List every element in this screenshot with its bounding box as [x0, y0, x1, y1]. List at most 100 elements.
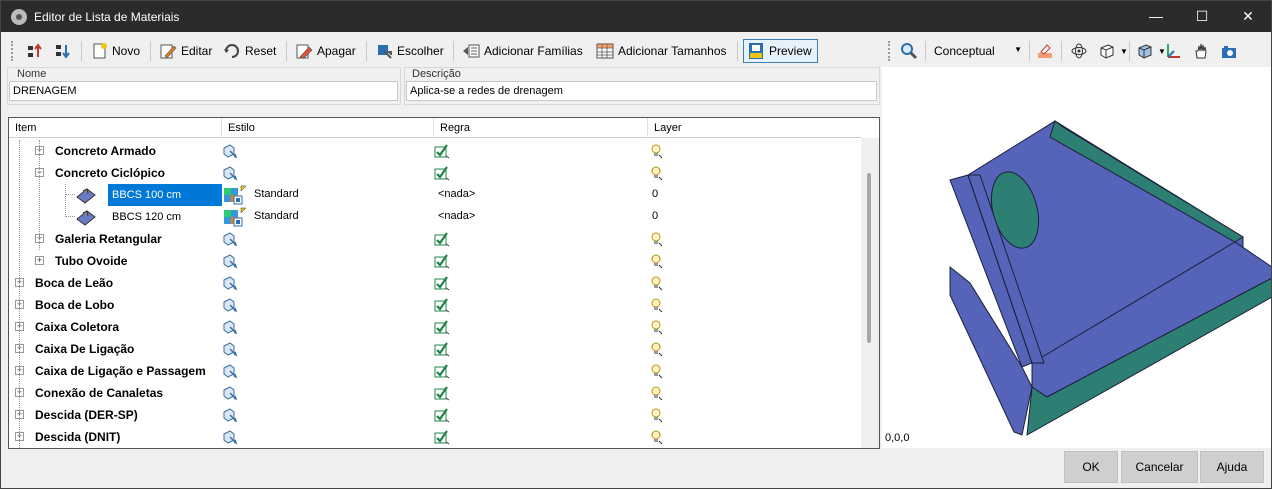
tree-item-label[interactable]: Boca de Lobo: [35, 298, 114, 312]
style-cell[interactable]: [222, 385, 238, 404]
tree-leaf-label[interactable]: BBCS 100 cm: [108, 184, 222, 206]
layer-cell[interactable]: [650, 275, 664, 294]
editar-button[interactable]: Editar: [156, 39, 215, 63]
layer-cell[interactable]: [650, 429, 664, 448]
tree-item-label[interactable]: Descida (DER-SP): [35, 408, 138, 422]
layer-cell[interactable]: [650, 319, 664, 338]
rule-cell[interactable]: [434, 429, 450, 448]
cancelar-button[interactable]: Cancelar: [1121, 451, 1198, 483]
style-cell[interactable]: [222, 319, 238, 338]
adicionar-familias-button[interactable]: Adicionar Famílias: [459, 39, 586, 63]
column-estilo[interactable]: Estilo: [222, 118, 434, 138]
style-cell[interactable]: [222, 231, 238, 250]
tree-leaf-row[interactable]: BBCS 120 cm Standard <nada> 0: [9, 206, 861, 228]
rule-value[interactable]: <nada>: [438, 188, 475, 200]
maximize-button[interactable]: ☐: [1179, 1, 1225, 32]
visual-style-select[interactable]: Conceptual ▼: [929, 41, 1027, 61]
tree-item-label[interactable]: Caixa Coletora: [35, 320, 119, 334]
rule-cell[interactable]: [434, 165, 450, 184]
preview-toggle-button[interactable]: Preview: [743, 39, 818, 63]
tree-item-label[interactable]: Descida (DNIT): [35, 430, 120, 444]
escolher-button[interactable]: Escolher: [372, 39, 447, 63]
tree-item-label[interactable]: Caixa De Ligação: [35, 342, 134, 356]
zoom-button[interactable]: [897, 39, 921, 63]
rule-value[interactable]: <nada>: [438, 210, 475, 222]
tree-group-row[interactable]: + Caixa Coletora: [9, 316, 861, 338]
tree-group-row[interactable]: + Tubo Ovoide: [9, 250, 861, 272]
style-cell[interactable]: [222, 297, 238, 316]
rule-cell[interactable]: [434, 275, 450, 294]
tree-group-row[interactable]: + Conexão de Canaletas: [9, 382, 861, 404]
rule-cell[interactable]: [434, 253, 450, 272]
tree-leaf-label[interactable]: BBCS 120 cm: [108, 206, 222, 228]
tree-group-row[interactable]: + Boca de Leão: [9, 272, 861, 294]
close-button[interactable]: ✕: [1225, 1, 1271, 32]
tree-item-label[interactable]: Tubo Ovoide: [55, 254, 127, 268]
ucs-button[interactable]: [1161, 39, 1185, 63]
layer-cell[interactable]: [650, 385, 664, 404]
expand-toggle[interactable]: +: [35, 256, 44, 265]
style-name[interactable]: Standard: [254, 188, 299, 200]
layer-cell[interactable]: [650, 407, 664, 426]
style-cell[interactable]: [222, 275, 238, 294]
style-cell[interactable]: [222, 253, 238, 272]
layer-cell[interactable]: [650, 297, 664, 316]
tree-item-label[interactable]: Conexão de Canaletas: [35, 386, 163, 400]
tree-item-label[interactable]: Concreto Ciclópico: [55, 166, 165, 180]
tree-group-row[interactable]: + Caixa De Ligação: [9, 338, 861, 360]
column-layer[interactable]: Layer: [648, 118, 861, 138]
layer-value[interactable]: 0: [652, 188, 658, 200]
layer-cell[interactable]: [650, 253, 664, 272]
tree-item-label[interactable]: Boca de Leão: [35, 276, 113, 290]
apagar-button[interactable]: Apagar: [292, 39, 359, 63]
ajuda-button[interactable]: Ajuda: [1200, 451, 1264, 483]
rule-cell[interactable]: [434, 341, 450, 360]
rule-cell[interactable]: [434, 231, 450, 250]
layer-cell[interactable]: [650, 165, 664, 184]
rule-cell[interactable]: [434, 319, 450, 338]
style-cell[interactable]: [222, 341, 238, 360]
column-regra[interactable]: Regra: [434, 118, 648, 138]
pan-button[interactable]: [1189, 39, 1213, 63]
ok-button[interactable]: OK: [1064, 451, 1118, 483]
tree-group-row[interactable]: + Concreto Armado: [9, 140, 861, 162]
tree-leaf-row[interactable]: BBCS 100 cm Standard <nada> 0: [9, 184, 861, 206]
layer-cell[interactable]: [650, 143, 664, 162]
rule-cell[interactable]: [434, 407, 450, 426]
rule-cell[interactable]: [434, 143, 450, 162]
tree-group-row[interactable]: + Galeria Retangular: [9, 228, 861, 250]
layer-value[interactable]: 0: [652, 210, 658, 222]
rule-cell[interactable]: [434, 363, 450, 382]
style-name[interactable]: Standard: [254, 210, 299, 222]
render-button[interactable]: [1033, 39, 1057, 63]
minimize-button[interactable]: —: [1133, 1, 1179, 32]
tree-item-label[interactable]: Caixa de Ligação e Passagem: [35, 364, 206, 378]
layer-cell[interactable]: [650, 341, 664, 360]
style-cell[interactable]: [222, 429, 238, 448]
move-up-button[interactable]: [23, 39, 47, 63]
tree-group-row[interactable]: + Descida (DNIT): [9, 426, 861, 448]
tree-group-row[interactable]: + Boca de Lobo: [9, 294, 861, 316]
tree-group-row[interactable]: + Caixa de Ligação e Passagem: [9, 360, 861, 382]
3d-preview-viewport[interactable]: 0,0,0: [882, 67, 1272, 448]
style-cell[interactable]: [222, 165, 238, 184]
layer-cell[interactable]: [650, 231, 664, 250]
style-cell[interactable]: [222, 143, 238, 162]
move-down-button[interactable]: [51, 39, 75, 63]
column-item[interactable]: Item: [9, 118, 222, 138]
snapshot-button[interactable]: [1217, 39, 1241, 63]
rule-cell[interactable]: [434, 385, 450, 404]
tree-item-label[interactable]: Galeria Retangular: [55, 232, 162, 246]
view-cube-button[interactable]: ▼: [1095, 39, 1131, 63]
rule-cell[interactable]: [434, 297, 450, 316]
tree-group-row[interactable]: + Descida (DER-SP): [9, 404, 861, 426]
style-cell[interactable]: [222, 363, 238, 382]
nome-input[interactable]: DRENAGEM: [9, 81, 398, 101]
layer-cell[interactable]: [650, 363, 664, 382]
novo-button[interactable]: Novo: [87, 39, 143, 63]
scrollbar-thumb[interactable]: [867, 173, 871, 343]
reset-button[interactable]: Reset: [220, 39, 279, 63]
tree-item-label[interactable]: Concreto Armado: [55, 144, 156, 158]
descricao-input[interactable]: Aplica-se a redes de drenagem: [406, 81, 877, 101]
adicionar-tamanhos-button[interactable]: Adicionar Tamanhos: [593, 39, 730, 63]
